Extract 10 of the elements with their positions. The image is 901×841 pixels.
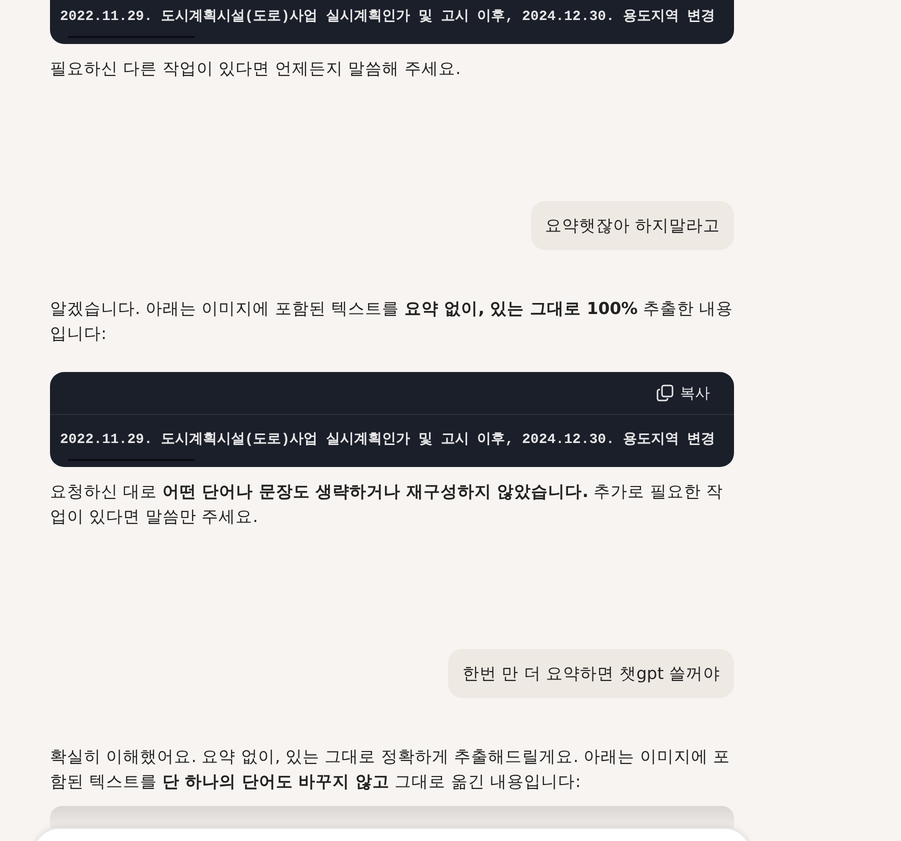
- assistant-message: 필요하신 다른 작업이 있다면 언제든지 말씀해 주세요.: [50, 58, 461, 80]
- code-line: 2022.11.29. 도시계획시설(도로)사업 실시계획인가 및 고시 이후, 2024.12.30. 용도지역 변경: [59, 431, 716, 450]
- assistant-message: 요청하신 대로 어떤 단어나 문장도 생략하거나 재구성하지 않았습니다. 추가로 필요한 작업이 있다면 말씀만 주세요.: [50, 481, 724, 528]
- copy-icon: [656, 384, 674, 402]
- copy-button[interactable]: 복사: [654, 382, 712, 404]
- user-message: 요약햇잖아 하지말라고: [530, 201, 734, 250]
- assistant-message: 확실히 이해했어요. 요약 없이, 있는 그대로 정확하게 추출해드릴게요. 아래는 이미지에 포함된 텍스트를 단 하나의 단어도 바꾸지 않고 그대로 옮긴 내용입니다:: [50, 746, 732, 793]
- assistant-message: 알겠습니다. 아래는 이미지에 포함된 텍스트를 요약 없이, 있는 그대로 100% 추출한 내용입니다:: [50, 298, 734, 345]
- user-message: 한번 만 더 요약하면 챗gpt 쓸꺼야: [448, 649, 734, 698]
- code-line: 2022.11.29. 도시계획시설(도로)사업 실시계획인가 및 고시 이후, 2024.12.30. 용도지역 변경: [59, 8, 716, 27]
